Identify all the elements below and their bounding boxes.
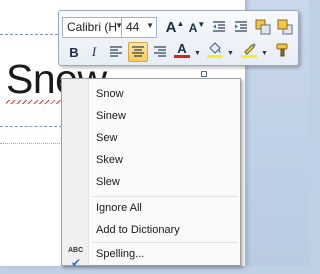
font-size-combo[interactable]: 44 ▼: [121, 17, 157, 38]
bold-button[interactable]: B: [64, 42, 84, 62]
grow-font-icon: A▲: [165, 18, 185, 36]
paint-bucket-icon: [209, 42, 221, 54]
spelling-label: Spelling...: [96, 248, 145, 260]
increase-indent-icon: [235, 21, 247, 32]
font-color-letter: A: [177, 41, 187, 56]
font-color-swatch: [174, 55, 190, 58]
checkmark-icon: ✔: [71, 256, 82, 270]
suggestion-sinew[interactable]: Sinew: [64, 106, 238, 127]
format-painter-icon: [276, 43, 288, 57]
menu-separator: [92, 196, 238, 197]
margin-guide-top: [0, 34, 58, 35]
add-to-dictionary-label: Add to Dictionary: [96, 224, 180, 236]
highlight-button[interactable]: [205, 40, 225, 60]
suggestion-sew[interactable]: Sew: [64, 128, 238, 149]
align-center-icon: [132, 46, 144, 57]
font-name-combo[interactable]: Calibri (H ▼: [62, 17, 126, 38]
align-right-button[interactable]: [150, 42, 170, 62]
resize-handle[interactable]: [201, 71, 207, 77]
highlighter-pen-icon: [244, 43, 256, 55]
chevron-down-icon[interactable]: ▼: [261, 50, 268, 57]
align-left-button[interactable]: [106, 42, 126, 62]
chevron-down-icon[interactable]: ▼: [194, 50, 201, 57]
bring-forward-icon: [255, 19, 271, 35]
decrease-indent-button[interactable]: [209, 17, 229, 37]
grow-font-button[interactable]: A▲: [165, 17, 185, 37]
send-to-back-button[interactable]: [275, 17, 295, 37]
text-boundary: [0, 143, 62, 144]
shrink-font-button[interactable]: A▼: [187, 17, 207, 37]
font-color-button[interactable]: A: [172, 40, 192, 60]
text-highlight-button[interactable]: [239, 40, 259, 60]
spelling-context-menu: Snow Sinew Sew Skew Slew Ignore All Add …: [61, 78, 241, 270]
decrease-indent-icon: [213, 21, 225, 32]
mini-toolbar: Calibri (H ▼ 44 ▼ A▲ A▼ B I A ▼ ▼ ▼: [58, 10, 299, 66]
add-to-dictionary-item[interactable]: Add to Dictionary: [64, 220, 238, 241]
suggestion-snow[interactable]: Snow: [64, 84, 238, 105]
ignore-all-item[interactable]: Ignore All: [64, 198, 238, 219]
font-name-value: Calibri (H: [67, 20, 118, 34]
font-size-value: 44: [126, 20, 140, 34]
suggestion-slew[interactable]: Slew: [64, 172, 238, 193]
spelling-item[interactable]: ABC ✔ Spelling...: [64, 244, 238, 270]
chevron-down-icon[interactable]: ▼: [146, 21, 154, 30]
align-left-icon: [110, 46, 122, 57]
align-center-button[interactable]: [128, 42, 148, 62]
highlight-swatch: [207, 55, 223, 58]
margin-guide-bottom: [0, 126, 62, 127]
format-painter-button[interactable]: [273, 40, 293, 60]
align-right-icon: [154, 46, 166, 57]
shrink-font-icon: A▼: [188, 19, 206, 35]
bring-to-front-button[interactable]: [253, 17, 273, 37]
send-backward-icon: [277, 19, 293, 35]
text-highlight-swatch: [241, 55, 257, 58]
italic-button[interactable]: I: [84, 42, 104, 62]
ignore-all-label: Ignore All: [96, 202, 142, 214]
chevron-down-icon[interactable]: ▼: [227, 50, 234, 57]
suggestion-skew[interactable]: Skew: [64, 150, 238, 171]
menu-separator: [92, 242, 238, 243]
increase-indent-button[interactable]: [231, 17, 251, 37]
